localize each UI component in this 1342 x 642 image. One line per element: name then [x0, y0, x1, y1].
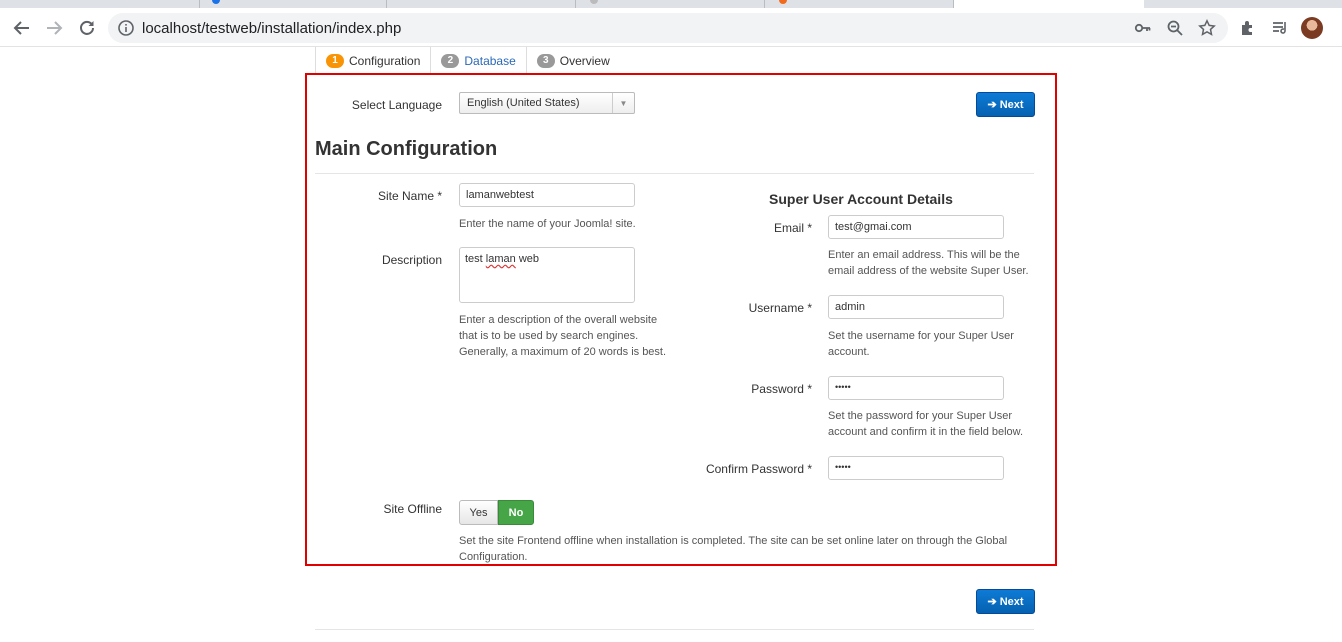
description-textarea[interactable]: test laman web — [459, 247, 635, 303]
select-language-label: Select Language — [351, 98, 442, 112]
description-help: Enter a description of the overall websi… — [459, 314, 667, 358]
next-button-top[interactable]: ➔ Next — [976, 92, 1035, 117]
browser-tab[interactable] — [387, 0, 576, 8]
zoom-icon[interactable] — [1166, 19, 1184, 37]
step-label: Database — [464, 53, 516, 68]
browser-toolbar: localhost/testweb/installation/index.php — [0, 8, 1342, 47]
chevron-down-icon: ▼ — [612, 93, 634, 113]
extensions-puzzle-icon[interactable] — [1238, 18, 1258, 38]
email-input[interactable]: test@gmai.com — [828, 215, 1004, 239]
email-label: Email * — [773, 221, 812, 235]
site-offline-no-button[interactable]: No — [498, 500, 534, 525]
site-name-label: Site Name * — [377, 189, 442, 203]
site-offline-help: Set the site Frontend offline when insta… — [459, 535, 1008, 563]
browser-tab[interactable] — [576, 0, 765, 8]
step-number-badge: 2 — [441, 53, 460, 68]
site-name-help: Enter the name of your Joomla! site. — [459, 218, 636, 230]
description-text: test — [465, 253, 486, 265]
page-title: Main Configuration — [315, 138, 498, 160]
profile-avatar[interactable] — [1301, 17, 1323, 39]
site-offline-label: Site Offline — [383, 502, 442, 516]
username-input[interactable]: admin — [828, 295, 1004, 319]
reload-icon — [80, 20, 94, 35]
arrow-left-icon — [13, 21, 29, 35]
url-text[interactable]: localhost/testweb/installation/index.php — [142, 20, 401, 37]
language-value: English (United States) — [467, 97, 580, 109]
description-label: Description — [381, 253, 442, 267]
step-label: Configuration — [349, 53, 421, 68]
browser-tab[interactable] — [0, 0, 200, 8]
username-help: Set the username for your Super User acc… — [828, 330, 1014, 358]
browser-tab-active[interactable] — [954, 0, 1144, 8]
step-configuration[interactable]: 1 Configuration — [315, 47, 432, 74]
key-icon[interactable] — [1134, 19, 1152, 37]
address-bar[interactable]: localhost/testweb/installation/index.php — [108, 13, 1228, 43]
next-button-bottom[interactable]: ➔ Next — [976, 589, 1035, 614]
email-help: Enter an email address. This will be the… — [828, 249, 1029, 277]
confirm-password-label: Confirm Password * — [705, 462, 812, 476]
step-number-badge: 3 — [536, 53, 555, 68]
description-text: web — [515, 253, 540, 265]
tab-favicon-icon — [590, 0, 598, 4]
forward-button[interactable] — [42, 16, 66, 40]
step-number-badge: 1 — [326, 53, 344, 68]
info-icon[interactable] — [117, 19, 135, 37]
site-offline-yes-button[interactable]: Yes — [459, 500, 498, 525]
password-label: Password * — [751, 382, 812, 396]
divider — [315, 629, 1034, 630]
tab-strip — [0, 0, 1342, 8]
tab-favicon-icon — [212, 0, 220, 4]
reload-button[interactable] — [75, 16, 99, 40]
back-button[interactable] — [10, 16, 34, 40]
browser-tab[interactable] — [765, 0, 954, 8]
site-name-input[interactable]: lamanwebtest — [459, 183, 635, 207]
password-help: Set the password for your Super User acc… — [828, 410, 1024, 438]
browser-tab[interactable] — [200, 0, 387, 8]
step-database[interactable]: 2 Database — [431, 47, 527, 74]
username-label: Username * — [748, 301, 812, 315]
arrow-right-icon — [47, 21, 63, 35]
divider — [315, 173, 1034, 174]
step-overview[interactable]: 3 Overview — [527, 47, 620, 74]
spellcheck-word: laman — [485, 253, 516, 265]
installation-steps: 1 Configuration 2 Database 3 Overview — [315, 47, 620, 74]
language-select[interactable]: English (United States) ▼ — [459, 92, 635, 114]
star-icon[interactable] — [1198, 19, 1216, 37]
step-label: Overview — [559, 53, 610, 68]
super-user-title: Super User Account Details — [769, 191, 953, 207]
site-offline-toggle: Yes No — [459, 500, 534, 525]
confirm-password-input[interactable]: ••••• — [828, 456, 1004, 480]
tab-favicon-icon — [779, 0, 787, 4]
reading-list-icon[interactable] — [1270, 18, 1290, 38]
password-input[interactable]: ••••• — [828, 376, 1004, 400]
